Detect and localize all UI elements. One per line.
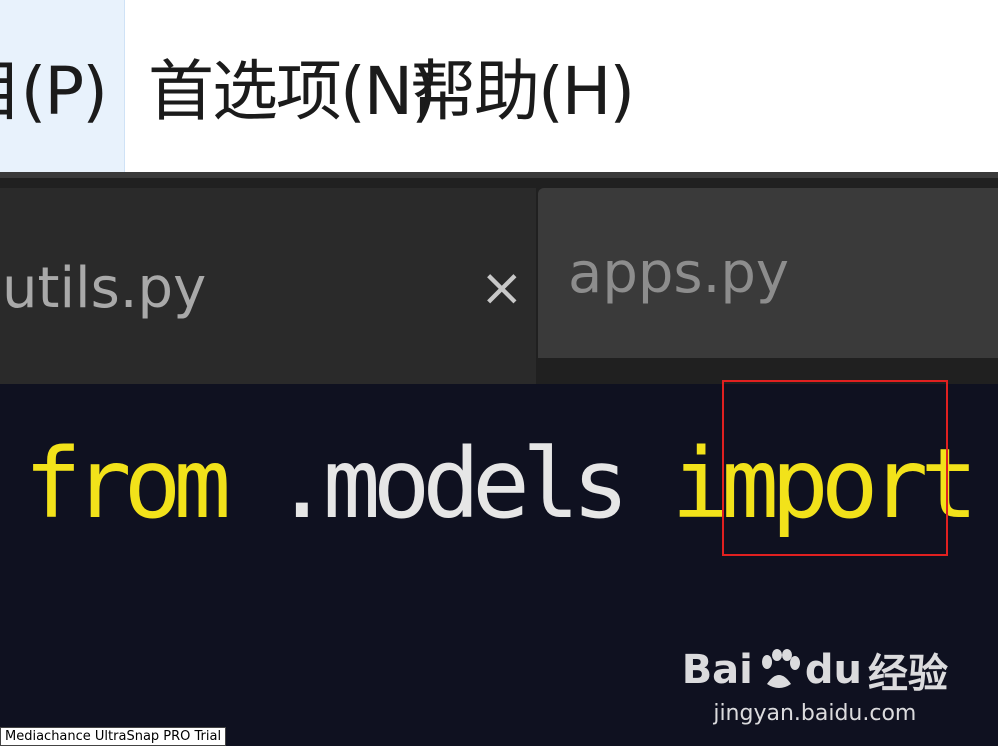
tab-apps[interactable]: apps.py <box>538 188 998 358</box>
baidu-brand-text: Bai <box>681 647 753 693</box>
close-icon[interactable]: × <box>480 258 524 318</box>
trial-label: Mediachance UltraSnap PRO Trial <box>0 727 227 746</box>
highlight-annotation-box <box>722 380 948 556</box>
baidu-logo: Bai du 经验 <box>682 641 948 699</box>
watermark-url: jingyan.baidu.com <box>713 701 917 726</box>
paw-icon <box>757 648 801 692</box>
menu-preferences[interactable]: 首选项(N) <box>148 0 437 172</box>
screenshot-root: 目(P) 首选项(N) 帮助(H) utils.py × apps.py fro… <box>0 0 998 746</box>
menu-preferences-label: 首选项(N) <box>148 53 437 130</box>
tab-utils[interactable]: utils.py × <box>0 188 536 388</box>
tab-utils-label: utils.py <box>2 255 207 321</box>
baidu-jingyan-text: 经验 <box>868 651 948 697</box>
baidu-du-text: du <box>804 647 862 693</box>
menu-bar: 目(P) 首选项(N) 帮助(H) <box>0 0 998 172</box>
menu-help-label: 帮助(H) <box>410 53 635 130</box>
menu-project-label: 目(P) <box>0 53 108 130</box>
menu-help[interactable]: 帮助(H) <box>410 0 635 172</box>
baidu-watermark: Bai du 经验 jingyan.baidu.com <box>682 641 948 726</box>
module-name: .models <box>223 428 672 540</box>
tab-strip: utils.py × apps.py <box>0 172 998 388</box>
menu-project[interactable]: 目(P) <box>0 0 125 172</box>
keyword-from: from <box>24 428 231 540</box>
imported-identifier: Title <box>970 428 998 540</box>
tab-apps-label: apps.py <box>568 240 790 306</box>
